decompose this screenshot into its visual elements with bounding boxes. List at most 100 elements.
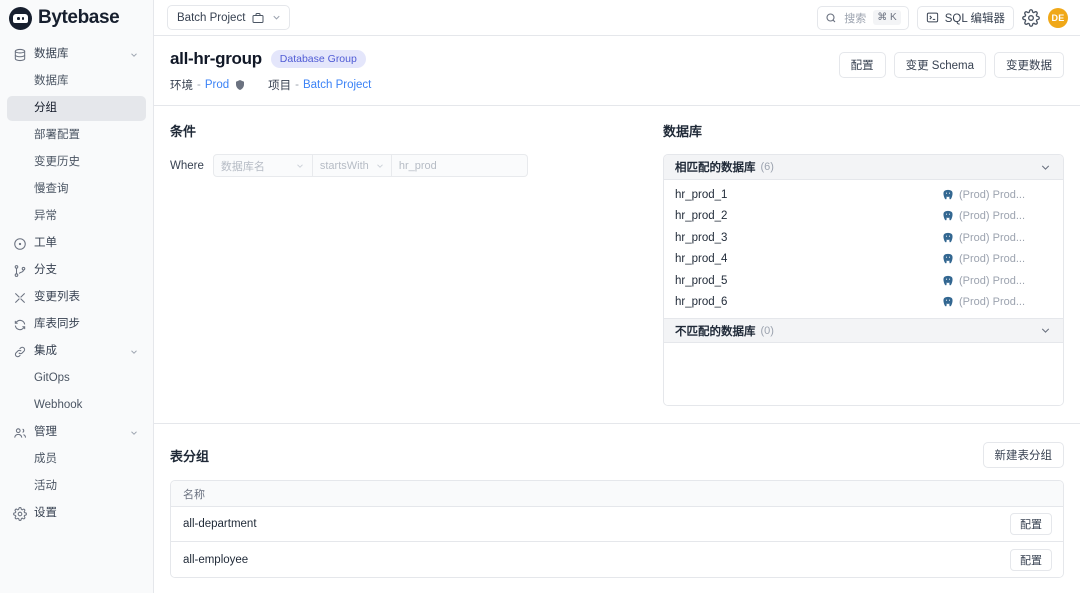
condition-field-value: 数据库名 [221,158,265,174]
sidebar-item-11[interactable]: 集成 [7,339,146,364]
database-instance-label: (Prod) Prod... [959,189,1025,201]
resource-type-badge: Database Group [271,50,366,68]
sidebar-item-label: 变更历史 [34,157,80,169]
sidebar-item-6[interactable]: 异常 [7,204,146,229]
condition-value: hr_prod [399,160,437,172]
unmatched-databases-count: (0) [761,325,774,337]
sidebar-item-4[interactable]: 变更历史 [7,150,146,175]
sidebar-item-label: 部署配置 [34,130,80,142]
page-header: all-hr-group Database Group 环境 - Prod 项目… [154,36,1080,106]
search-icon [825,12,837,24]
project-label: 项目 [268,77,291,93]
sidebar-item-label: Webhook [34,400,82,412]
database-row[interactable]: hr_prod_1(Prod) Prod... [664,184,1063,206]
chevron-down-icon[interactable] [129,347,139,357]
sync-icon [12,317,27,332]
chevron-down-icon[interactable] [129,50,139,60]
sql-editor-button[interactable]: SQL 编辑器 [917,6,1014,30]
unmatched-databases-header[interactable]: 不匹配的数据库 (0) [664,318,1063,343]
sidebar-item-label: 异常 [34,211,57,223]
sidebar-item-8[interactable]: 分支 [7,258,146,283]
sidebar-item-label: 慢查询 [34,184,69,196]
condition-field-select[interactable]: 数据库名 [213,154,313,177]
app-root: Bytebase 数据库数据库分组部署配置变更历史慢查询异常工单分支变更列表库表… [0,0,1080,593]
condition-operator-value: startsWith [320,160,369,172]
sidebar-item-label: 变更列表 [34,292,80,304]
search-shortcut: ⌘ K [873,10,900,25]
sidebar-item-label: 库表同步 [34,319,80,331]
database-instance-label: (Prod) Prod... [959,210,1025,222]
sidebar-item-17[interactable]: 设置 [7,501,146,526]
sidebar-item-14[interactable]: 管理 [7,420,146,445]
sidebar-item-label: 管理 [34,427,57,439]
sidebar-item-10[interactable]: 库表同步 [7,312,146,337]
sidebar-item-15[interactable]: 成员 [7,447,146,472]
main-area: Batch Project 搜索 [154,0,1080,593]
databases-panel: 相匹配的数据库 (6) hr_prod_1(Prod) Prod...hr_pr… [663,154,1064,406]
environment-link[interactable]: Prod [205,79,229,91]
project-selector-label: Batch Project [177,12,245,24]
header-action-button-1[interactable]: 变更 Schema [894,52,986,78]
brand-logo[interactable]: Bytebase [0,0,153,36]
database-row[interactable]: hr_prod_4(Prod) Prod... [664,249,1063,271]
header-action-button-0[interactable]: 配置 [839,52,886,78]
postgres-icon [942,296,954,308]
settings-gear-icon[interactable] [1022,9,1040,27]
sidebar-item-label: 设置 [34,508,57,520]
database-name: hr_prod_5 [675,275,942,287]
sidebar-item-3[interactable]: 部署配置 [7,123,146,148]
bytebase-logo-icon [9,7,32,30]
sidebar-item-7[interactable]: 工单 [7,231,146,256]
sidebar-item-9[interactable]: 变更列表 [7,285,146,310]
sidebar-item-12[interactable]: GitOps [7,366,146,391]
database-row[interactable]: hr_prod_5(Prod) Prod... [664,270,1063,292]
postgres-icon [942,210,954,222]
database-name: hr_prod_4 [675,253,942,265]
search-placeholder: 搜索 [844,10,866,26]
content-body: 条件 Where 数据库名 startsWith [154,106,1080,406]
chevron-down-icon[interactable] [129,428,139,438]
database-name: hr_prod_3 [675,232,942,244]
table-row[interactable]: all-department配置 [171,507,1063,542]
database-instance-label: (Prod) Prod... [959,296,1025,308]
separator-dash-1: - [197,79,201,91]
database-instance: (Prod) Prod... [942,296,1052,308]
database-row[interactable]: hr_prod_6(Prod) Prod... [664,292,1063,314]
postgres-icon [942,253,954,265]
project-selector[interactable]: Batch Project [167,5,290,30]
sidebar-item-2[interactable]: 分组 [7,96,146,121]
sidebar-item-label: 分组 [34,103,57,115]
postgres-icon [942,232,954,244]
table-group-name: all-employee [183,554,1010,566]
branch-icon [12,263,27,278]
project-link[interactable]: Batch Project [303,79,371,91]
link-icon [12,344,27,359]
database-row[interactable]: hr_prod_3(Prod) Prod... [664,227,1063,249]
database-row[interactable]: hr_prod_2(Prod) Prod... [664,206,1063,228]
condition-value-input[interactable]: hr_prod [392,154,528,177]
table-group-configure-button[interactable]: 配置 [1010,549,1052,571]
where-label: Where [170,160,204,172]
database-instance: (Prod) Prod... [942,253,1052,265]
table-row[interactable]: all-employee配置 [171,542,1063,577]
sidebar-item-label: GitOps [34,373,70,385]
condition-expression: 数据库名 startsWith hr_prod [213,154,528,177]
header-action-button-2[interactable]: 变更数据 [994,52,1064,78]
condition-operator-select[interactable]: startsWith [313,154,392,177]
sidebar-item-label: 数据库 [34,76,69,88]
matched-databases-list: hr_prod_1(Prod) Prod...hr_prod_2(Prod) P… [664,180,1063,318]
sidebar-item-13[interactable]: Webhook [7,393,146,418]
matched-databases-header[interactable]: 相匹配的数据库 (6) [664,155,1063,180]
sidebar-item-label: 数据库 [34,49,69,61]
sidebar-item-0[interactable]: 数据库 [7,42,146,67]
sidebar-item-1[interactable]: 数据库 [7,69,146,94]
search-input[interactable]: 搜索 ⌘ K [817,6,908,30]
database-instance: (Prod) Prod... [942,232,1052,244]
sidebar-item-5[interactable]: 慢查询 [7,177,146,202]
sidebar-nav: 数据库数据库分组部署配置变更历史慢查询异常工单分支变更列表库表同步集成GitOp… [0,36,153,526]
table-group-configure-button[interactable]: 配置 [1010,513,1052,535]
user-avatar[interactable]: DE [1048,8,1068,28]
sidebar-item-16[interactable]: 活动 [7,474,146,499]
new-table-group-button[interactable]: 新建表分组 [983,442,1065,468]
condition-section: 条件 Where 数据库名 startsWith [170,121,655,406]
